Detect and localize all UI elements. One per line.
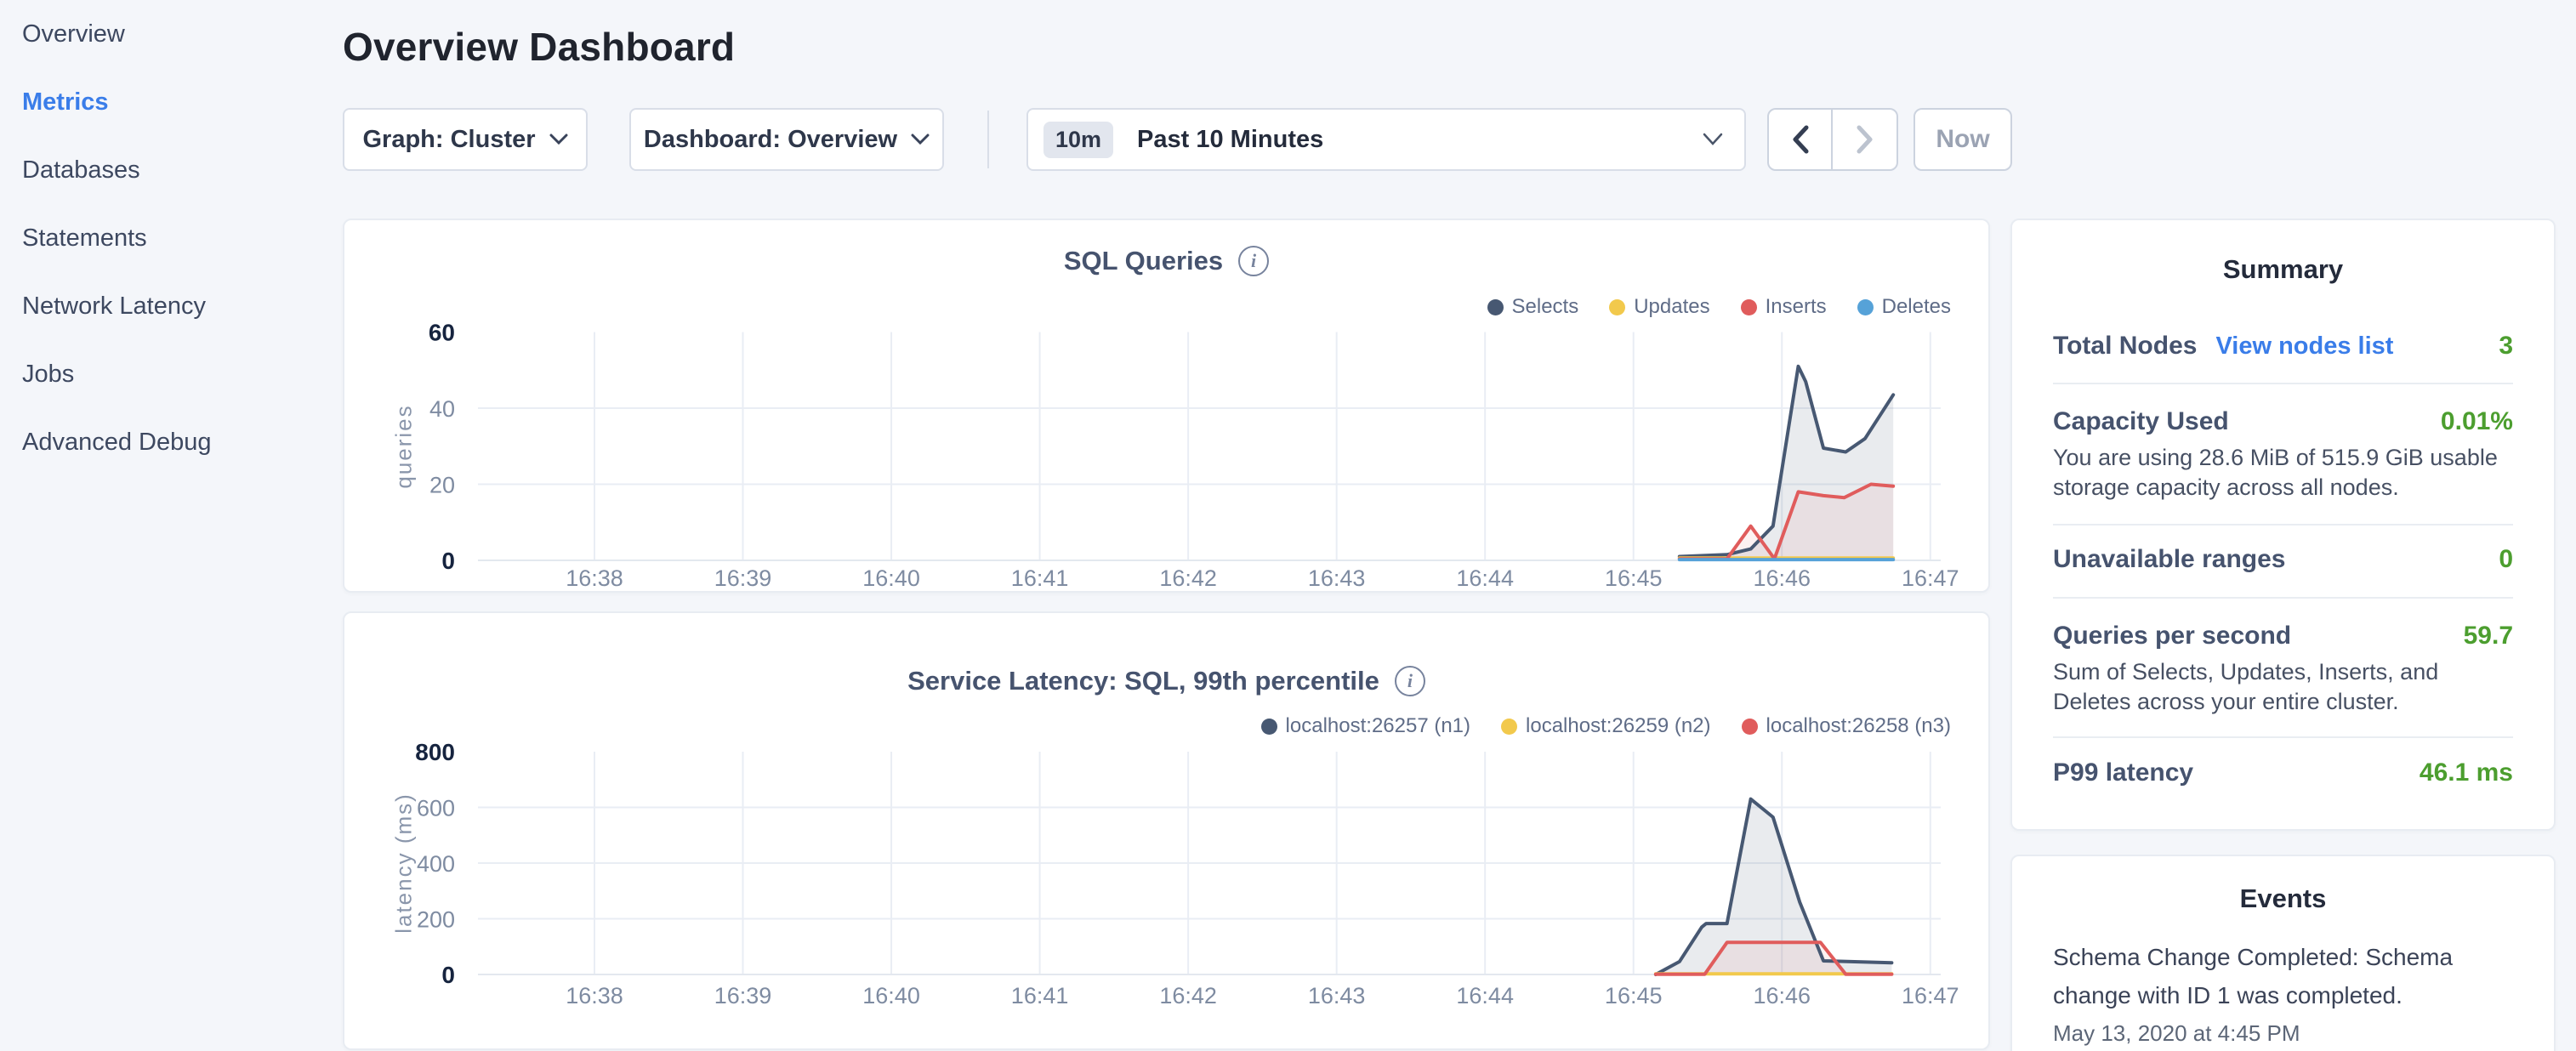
svg-text:16:43: 16:43	[1308, 565, 1366, 591]
svg-text:16:44: 16:44	[1456, 983, 1514, 1008]
event-item-date: May 13, 2020 at 4:45 PM	[2053, 1020, 2300, 1047]
sql-queries-chart-card: SQL Queries i Selects Updates Inserts De…	[343, 219, 1990, 593]
time-range-badge: 10m	[1043, 122, 1113, 158]
capacity-description: You are using 28.6 MiB of 515.9 GiB usab…	[2053, 443, 2519, 503]
svg-text:600: 600	[417, 796, 455, 821]
svg-text:400: 400	[417, 851, 455, 877]
sidebar-item-advanced-debug[interactable]: Advanced Debug	[0, 408, 340, 476]
sidebar-item-databases[interactable]: Databases	[0, 136, 340, 204]
summary-panel: Summary Total Nodes View nodes list 3 Ca…	[2010, 219, 2556, 831]
dashboard-select-dropdown[interactable]: Dashboard: Overview	[629, 108, 944, 171]
sidebar-item-overview[interactable]: Overview	[0, 0, 340, 68]
graph-select-label: Graph: Cluster	[362, 126, 535, 154]
summary-row-unavailable-ranges: Unavailable ranges 0	[2053, 545, 2513, 574]
svg-text:20: 20	[429, 473, 455, 498]
summary-row-p99-latency: P99 latency 46.1 ms	[2053, 758, 2513, 787]
svg-text:16:42: 16:42	[1159, 565, 1217, 591]
event-item-text[interactable]: Schema Change Completed: Schema change w…	[2053, 938, 2478, 1014]
svg-text:16:40: 16:40	[862, 983, 920, 1008]
graph-select-dropdown[interactable]: Graph: Cluster	[343, 108, 588, 171]
svg-text:16:38: 16:38	[566, 983, 623, 1008]
chevron-down-icon	[911, 134, 930, 145]
divider	[2053, 524, 2513, 526]
divider	[2053, 383, 2513, 384]
qps-description: Sum of Selects, Updates, Inserts, and De…	[2053, 657, 2519, 717]
chevron-down-icon	[1702, 133, 1724, 146]
summary-row-qps: Queries per second 59.7	[2053, 622, 2513, 650]
sidebar-item-statements[interactable]: Statements	[0, 204, 340, 272]
events-panel: Events Schema Change Completed: Schema c…	[2010, 855, 2556, 1051]
next-time-button[interactable]	[1833, 110, 1896, 169]
svg-text:16:47: 16:47	[1902, 565, 1959, 591]
summary-row-total-nodes: Total Nodes View nodes list 3	[2053, 332, 2513, 361]
events-title: Events	[2012, 883, 2554, 914]
svg-text:16:45: 16:45	[1605, 983, 1663, 1008]
chevron-down-icon	[549, 134, 568, 145]
sidebar-item-metrics[interactable]: Metrics	[0, 68, 340, 136]
service-latency-plot: 16:38 16:39 16:40 16:41 16:42 16:43 16:44 16:45…	[344, 613, 1992, 1051]
svg-text:60: 60	[429, 320, 455, 346]
controls-divider	[987, 111, 989, 168]
p99-latency-value: 46.1 ms	[2420, 758, 2513, 787]
svg-text:40: 40	[429, 396, 455, 422]
divider	[2053, 597, 2513, 599]
capacity-used-value: 0.01%	[2441, 407, 2513, 436]
svg-text:16:38: 16:38	[566, 565, 623, 591]
svg-text:0: 0	[441, 962, 455, 988]
prev-time-button[interactable]	[1769, 110, 1833, 169]
svg-text:16:40: 16:40	[862, 565, 920, 591]
chevron-right-icon	[1856, 125, 1874, 154]
qps-value: 59.7	[2464, 622, 2513, 650]
summary-row-capacity: Capacity Used 0.01%	[2053, 407, 2513, 436]
svg-text:16:41: 16:41	[1011, 565, 1069, 591]
svg-text:16:42: 16:42	[1159, 983, 1217, 1008]
time-range-dropdown[interactable]: 10m Past 10 Minutes	[1026, 108, 1746, 171]
svg-text:0: 0	[441, 548, 455, 574]
svg-text:16:47: 16:47	[1902, 983, 1959, 1008]
now-button[interactable]: Now	[1914, 108, 2012, 171]
view-nodes-list-link[interactable]: View nodes list	[2215, 332, 2393, 361]
divider	[2053, 736, 2513, 738]
dashboard-select-label: Dashboard: Overview	[644, 126, 897, 154]
svg-text:16:41: 16:41	[1011, 983, 1069, 1008]
unavailable-ranges-value: 0	[2499, 545, 2513, 574]
svg-text:16:39: 16:39	[714, 983, 772, 1008]
svg-text:800: 800	[415, 739, 455, 765]
svg-text:200: 200	[417, 907, 455, 933]
chevron-left-icon	[1791, 125, 1810, 154]
svg-text:16:46: 16:46	[1753, 983, 1811, 1008]
page-title: Overview Dashboard	[343, 24, 735, 70]
sidebar-item-network-latency[interactable]: Network Latency	[0, 272, 340, 340]
svg-text:16:39: 16:39	[714, 565, 772, 591]
svg-text:16:45: 16:45	[1605, 565, 1663, 591]
summary-title: Summary	[2012, 254, 2554, 285]
time-step-buttons	[1767, 108, 1898, 171]
sql-queries-plot: 16:38 16:39 16:40 16:41 16:42 16:43 16:44 16:45…	[344, 220, 1992, 594]
service-latency-chart-card: Service Latency: SQL, 99th percentile i …	[343, 611, 1990, 1050]
sidebar-item-jobs[interactable]: Jobs	[0, 340, 340, 408]
sidebar: Overview Metrics Databases Statements Ne…	[0, 0, 340, 1051]
svg-text:16:44: 16:44	[1456, 565, 1514, 591]
svg-text:16:43: 16:43	[1308, 983, 1366, 1008]
time-range-label: Past 10 Minutes	[1137, 126, 1702, 154]
svg-text:16:46: 16:46	[1753, 565, 1811, 591]
total-nodes-value: 3	[2499, 332, 2513, 361]
